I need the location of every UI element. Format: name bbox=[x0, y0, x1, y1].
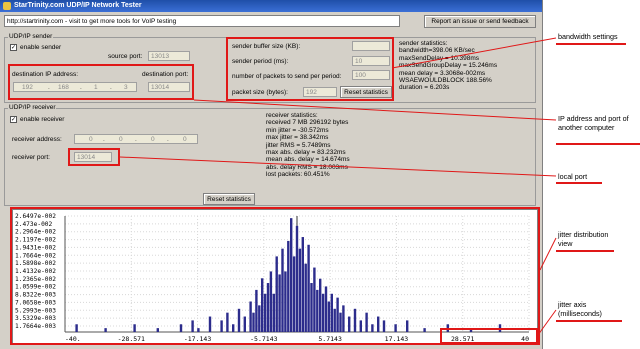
annotation-local-port: local port bbox=[558, 172, 588, 181]
bandwidth-leader bbox=[391, 37, 557, 69]
annotation-underline bbox=[556, 320, 622, 322]
ip-port-leader bbox=[193, 99, 557, 121]
annotation-underline bbox=[556, 182, 602, 184]
jitter-view-leader bbox=[539, 237, 557, 271]
annotation-bandwidth: bandwidth settings bbox=[558, 32, 618, 41]
local-port-leader bbox=[119, 156, 557, 177]
annotation-leaders bbox=[119, 37, 557, 336]
annotation-ip-port: IP address and port of another computer bbox=[558, 114, 629, 132]
annotation-underline bbox=[556, 43, 626, 45]
annotation-jitter-axis: jitter axis (milliseconds) bbox=[558, 300, 602, 318]
annotation-underline bbox=[556, 250, 614, 252]
annotation-jitter-view: jitter distribution view bbox=[558, 230, 609, 248]
annotation-underline bbox=[556, 143, 640, 145]
jitter-axis-leader bbox=[537, 309, 557, 336]
